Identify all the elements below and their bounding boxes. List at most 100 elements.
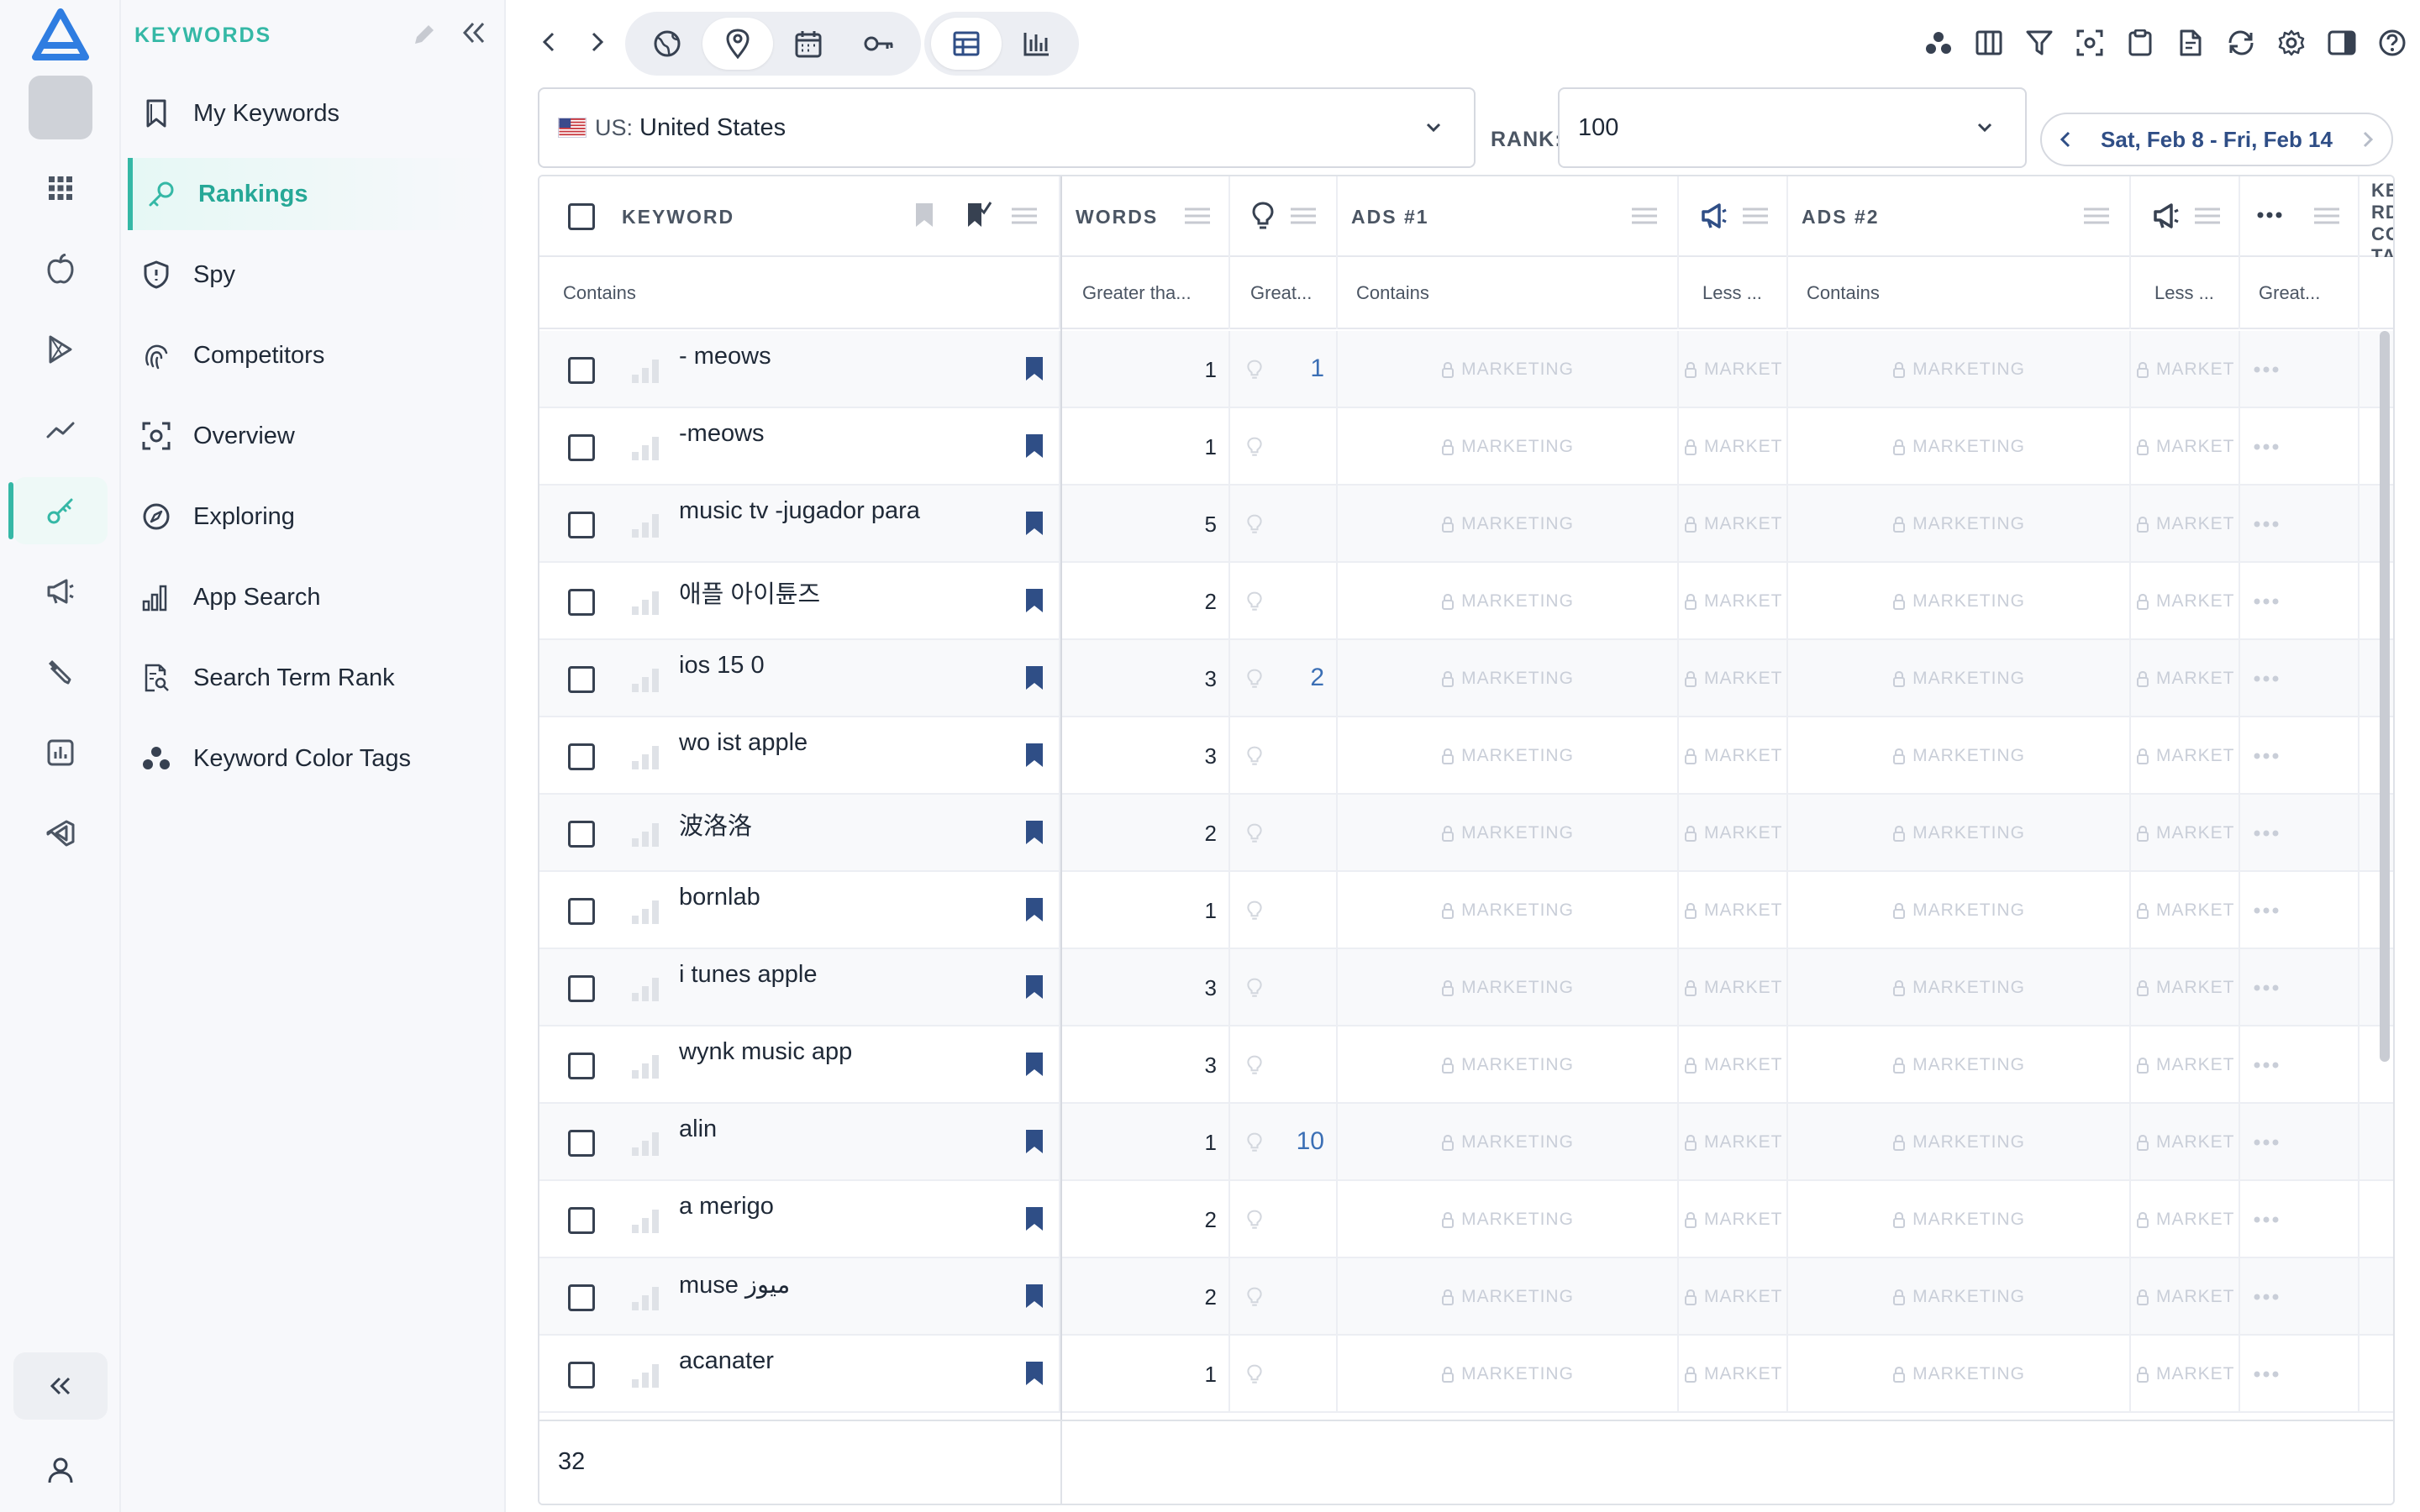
- sidebar-item-my-keywords[interactable]: My Keywords: [128, 77, 489, 150]
- date-range-picker[interactable]: Sat, Feb 8 - Fri, Feb 14: [2040, 113, 2393, 166]
- table-row[interactable]: 波洛洛 2 MARKETING MARKET MARKETING MARKET: [539, 795, 2393, 872]
- ads2-locked-cell[interactable]: MARKETING: [1788, 1104, 2131, 1181]
- ads1-locked-cell[interactable]: MARKETING: [1338, 1026, 1679, 1104]
- row-checkbox[interactable]: [568, 1284, 595, 1311]
- ads1-icon-locked-cell[interactable]: MARKET: [1679, 331, 1788, 408]
- ads2-locked-cell[interactable]: MARKETING: [1788, 1181, 2131, 1258]
- more-dots-icon[interactable]: [2254, 675, 2279, 682]
- more-dots-icon[interactable]: [2254, 1371, 2279, 1378]
- sidebar-item-competitors[interactable]: Competitors: [128, 319, 489, 391]
- ads1-icon-locked-cell[interactable]: MARKET: [1679, 486, 1788, 563]
- ads2-icon-locked-cell[interactable]: MARKET: [2131, 949, 2240, 1026]
- ads1-locked-cell[interactable]: MARKETING: [1338, 795, 1679, 872]
- ads1-icon-locked-cell[interactable]: MARKET: [1679, 1026, 1788, 1104]
- bookmark-icon[interactable]: [1025, 1206, 1044, 1231]
- settings-gear-icon[interactable]: [2272, 24, 2311, 62]
- keyword-text[interactable]: ios 15 0: [679, 652, 765, 680]
- ads1-icon-locked-cell[interactable]: MARKET: [1679, 1104, 1788, 1181]
- more-column-header[interactable]: [2240, 176, 2360, 257]
- ads2-icon-locked-cell[interactable]: MARKET: [2131, 563, 2240, 640]
- column-menu-icon[interactable]: [1632, 207, 1657, 225]
- help-icon[interactable]: [2373, 24, 2412, 62]
- table-row[interactable]: -meows 1 MARKETING MARKET MARKETING MARKET: [539, 408, 2393, 486]
- column-menu-icon[interactable]: [1743, 207, 1768, 225]
- more-dots-icon[interactable]: [2254, 1062, 2279, 1068]
- more-dots-icon[interactable]: [2254, 1294, 2279, 1300]
- ads2-locked-cell[interactable]: MARKETING: [1788, 563, 2131, 640]
- table-row[interactable]: alin 1 10 MARKETING MARKET MARKETING MARKET: [539, 1104, 2393, 1181]
- more-dots-icon[interactable]: [2254, 598, 2279, 605]
- bookmark-icon[interactable]: [1025, 356, 1044, 381]
- table-row[interactable]: a merigo 2 MARKETING MARKET MARKETING MARKET: [539, 1181, 2393, 1258]
- ads1-icon-locked-cell[interactable]: MARKET: [1679, 1258, 1788, 1336]
- row-checkbox[interactable]: [568, 434, 595, 461]
- ads1-icon-column-header[interactable]: [1679, 176, 1788, 257]
- chart-view-icon[interactable]: [1002, 18, 1072, 70]
- ads1-locked-cell[interactable]: MARKETING: [1338, 717, 1679, 795]
- ads2-icon-locked-cell[interactable]: MARKET: [2131, 1026, 2240, 1104]
- ads1-locked-cell[interactable]: MARKETING: [1338, 486, 1679, 563]
- calendar-icon[interactable]: [773, 18, 844, 70]
- table-row[interactable]: 애플 아이튠즈 2 MARKETING MARKET MARKETING MARKET: [539, 563, 2393, 640]
- table-row[interactable]: acanater 1 MARKETING MARKET MARKETING MARKET: [539, 1336, 2393, 1413]
- column-menu-icon[interactable]: [2195, 207, 2220, 225]
- country-select[interactable]: US: United States: [538, 87, 1476, 168]
- ads2-icon-locked-cell[interactable]: MARKET: [2131, 486, 2240, 563]
- bookmark-icon[interactable]: [1025, 1052, 1044, 1077]
- ads2-locked-cell[interactable]: MARKETING: [1788, 486, 2131, 563]
- rail-reports-icon[interactable]: [13, 719, 108, 786]
- ads1-locked-cell[interactable]: MARKETING: [1338, 640, 1679, 717]
- rail-megaphone-icon[interactable]: [13, 558, 108, 625]
- app-logo-icon[interactable]: [30, 8, 91, 62]
- bookmark-icon[interactable]: [1025, 588, 1044, 613]
- sidebar-item-rankings[interactable]: Rankings: [128, 158, 489, 230]
- row-checkbox[interactable]: [568, 512, 595, 538]
- keyword-text[interactable]: wo ist apple: [679, 729, 808, 757]
- table-row[interactable]: music tv -jugador para 5 MARKETING MARKET MA…: [539, 486, 2393, 563]
- bookmark-icon[interactable]: [1025, 1361, 1044, 1386]
- ads1-icon-locked-cell[interactable]: MARKET: [1679, 872, 1788, 949]
- export-document-icon[interactable]: [2171, 24, 2210, 62]
- ads2-icon-locked-cell[interactable]: MARKET: [2131, 717, 2240, 795]
- ads1-icon-locked-cell[interactable]: MARKET: [1679, 640, 1788, 717]
- key-filter-icon[interactable]: [844, 18, 914, 70]
- bookmark-icon[interactable]: [1025, 511, 1044, 536]
- workspace-avatar[interactable]: [29, 76, 92, 139]
- sidebar-item-app-search[interactable]: App Search: [128, 561, 489, 633]
- ads1-locked-cell[interactable]: MARKETING: [1338, 872, 1679, 949]
- ads2-filter[interactable]: Contains: [1788, 257, 2131, 329]
- back-chevron-icon[interactable]: [539, 27, 558, 57]
- rail-keywords-icon[interactable]: [8, 477, 108, 544]
- bulb-filter[interactable]: Great...: [1230, 257, 1338, 329]
- ads2-icon-locked-cell[interactable]: MARKET: [2131, 872, 2240, 949]
- ads2-locked-cell[interactable]: MARKETING: [1788, 872, 2131, 949]
- more-dots-icon[interactable]: [2254, 830, 2279, 837]
- ads2-locked-cell[interactable]: MARKETING: [1788, 717, 2131, 795]
- ads2-locked-cell[interactable]: MARKETING: [1788, 331, 2131, 408]
- keyword-text[interactable]: 波洛洛: [679, 806, 752, 842]
- keyword-filter[interactable]: Contains: [539, 257, 1060, 329]
- keyword-text[interactable]: - meows: [679, 343, 771, 370]
- more-dots-icon[interactable]: [2254, 753, 2279, 759]
- more-dots-icon[interactable]: [2254, 521, 2279, 528]
- table-row[interactable]: wo ist apple 3 MARKETING MARKET MARKETING MAR…: [539, 717, 2393, 795]
- keyword-text[interactable]: a merigo: [679, 1193, 774, 1221]
- ads1-locked-cell[interactable]: MARKETING: [1338, 1336, 1679, 1413]
- ads2-icon-locked-cell[interactable]: MARKET: [2131, 1181, 2240, 1258]
- sidebar-item-search-term-rank[interactable]: Search Term Rank: [128, 642, 489, 714]
- ads2-locked-cell[interactable]: MARKETING: [1788, 640, 2131, 717]
- table-row[interactable]: - meows 1 1 MARKETING MARKET MARKETING MARKET: [539, 331, 2393, 408]
- location-pin-icon[interactable]: [702, 18, 773, 70]
- ads1-locked-cell[interactable]: MARKETING: [1338, 408, 1679, 486]
- columns-icon[interactable]: [1970, 24, 2008, 62]
- row-checkbox[interactable]: [568, 666, 595, 693]
- column-menu-icon[interactable]: [2084, 207, 2109, 225]
- ads2-icon-locked-cell[interactable]: MARKET: [2131, 795, 2240, 872]
- more-filter[interactable]: Great...: [2240, 257, 2360, 329]
- ads1-icon-locked-cell[interactable]: MARKET: [1679, 717, 1788, 795]
- row-checkbox[interactable]: [568, 1362, 595, 1389]
- sidebar-item-exploring[interactable]: Exploring: [128, 480, 489, 553]
- keyword-text[interactable]: 애플 아이튠즈: [679, 575, 820, 610]
- more-dots-icon[interactable]: [2257, 212, 2282, 218]
- ads1-locked-cell[interactable]: MARKETING: [1338, 563, 1679, 640]
